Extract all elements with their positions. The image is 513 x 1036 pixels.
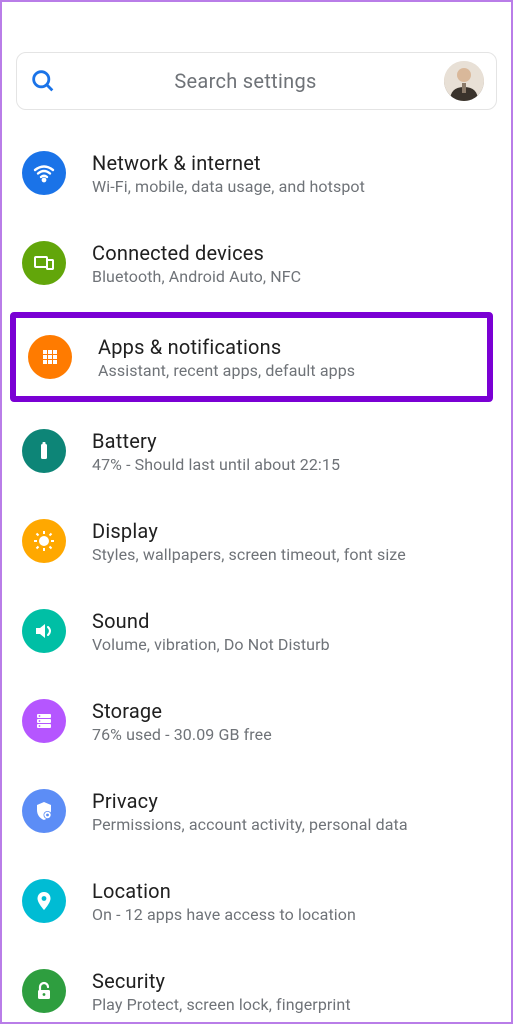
battery-icon xyxy=(22,429,66,473)
settings-item-display[interactable]: Display Styles, wallpapers, screen timeo… xyxy=(2,496,511,586)
search-placeholder: Search settings xyxy=(47,69,444,93)
item-subtitle: Styles, wallpapers, screen timeout, font… xyxy=(92,545,491,564)
settings-item-connected[interactable]: Connected devices Bluetooth, Android Aut… xyxy=(2,218,511,308)
item-title: Storage xyxy=(92,699,491,723)
avatar[interactable] xyxy=(444,61,484,101)
item-subtitle: Wi-Fi, mobile, data usage, and hotspot xyxy=(92,177,491,196)
item-subtitle: Volume, vibration, Do Not Disturb xyxy=(92,635,491,654)
settings-item-security[interactable]: Security Play Protect, screen lock, fing… xyxy=(2,946,511,1036)
location-icon xyxy=(22,879,66,923)
item-subtitle: 76% used - 30.09 GB free xyxy=(92,725,491,744)
item-title: Location xyxy=(92,879,491,903)
item-title: Network & internet xyxy=(92,151,491,175)
wifi-icon xyxy=(22,151,66,195)
highlight-frame: Apps & notifications Assistant, recent a… xyxy=(10,312,493,402)
settings-list: Network & internet Wi-Fi, mobile, data u… xyxy=(2,128,511,1036)
settings-item-privacy[interactable]: Privacy Permissions, account activity, p… xyxy=(2,766,511,856)
settings-item-network[interactable]: Network & internet Wi-Fi, mobile, data u… xyxy=(2,128,511,218)
search-bar[interactable]: Search settings xyxy=(16,52,497,110)
item-title: Security xyxy=(92,969,491,993)
item-subtitle: Assistant, recent apps, default apps xyxy=(98,361,475,380)
item-subtitle: Bluetooth, Android Auto, NFC xyxy=(92,267,491,286)
item-subtitle: Permissions, account activity, personal … xyxy=(92,815,491,834)
privacy-icon xyxy=(22,789,66,833)
settings-item-location[interactable]: Location On - 12 apps have access to loc… xyxy=(2,856,511,946)
item-title: Connected devices xyxy=(92,241,491,265)
sound-icon xyxy=(22,609,66,653)
lock-icon xyxy=(22,969,66,1013)
item-title: Sound xyxy=(92,609,491,633)
item-subtitle: 47% - Should last until about 22:15 xyxy=(92,455,491,474)
item-title: Privacy xyxy=(92,789,491,813)
apps-icon xyxy=(28,335,72,379)
item-title: Battery xyxy=(92,429,491,453)
item-subtitle: On - 12 apps have access to location xyxy=(92,905,491,924)
brightness-icon xyxy=(22,519,66,563)
settings-item-apps[interactable]: Apps & notifications Assistant, recent a… xyxy=(16,318,487,396)
settings-item-battery[interactable]: Battery 47% - Should last until about 22… xyxy=(2,406,511,496)
settings-item-sound[interactable]: Sound Volume, vibration, Do Not Disturb xyxy=(2,586,511,676)
storage-icon xyxy=(22,699,66,743)
item-title: Apps & notifications xyxy=(98,335,475,359)
item-title: Display xyxy=(92,519,491,543)
item-subtitle: Play Protect, screen lock, fingerprint xyxy=(92,995,491,1014)
devices-icon xyxy=(22,241,66,285)
settings-item-storage[interactable]: Storage 76% used - 30.09 GB free xyxy=(2,676,511,766)
